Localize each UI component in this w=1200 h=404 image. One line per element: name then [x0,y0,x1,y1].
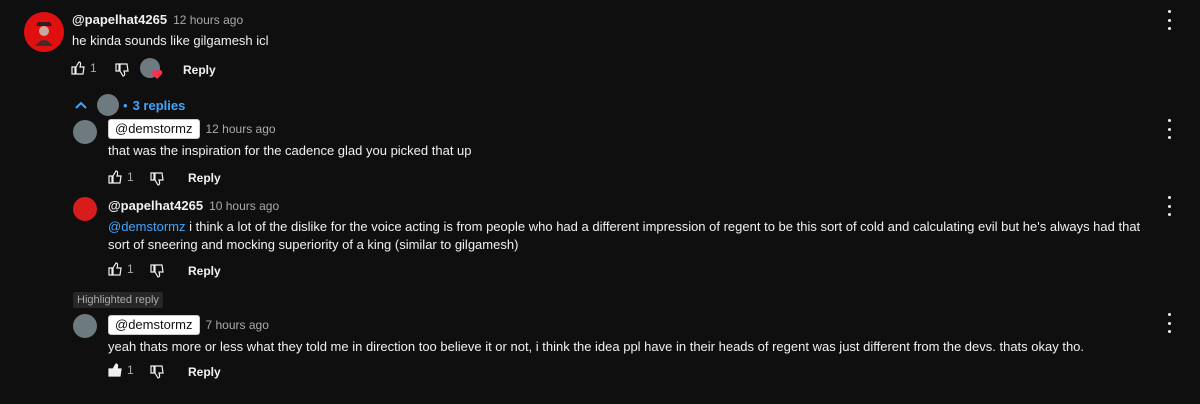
timestamp[interactable]: 12 hours ago [206,122,276,136]
timestamp[interactable]: 12 hours ago [173,13,243,27]
dislike-button[interactable] [149,171,165,190]
dislike-button[interactable] [114,62,130,81]
more-options-icon[interactable] [1161,313,1177,333]
comment-header: @demstormz 12 hours ago [108,119,276,139]
like-button[interactable]: 1 [107,169,134,185]
comment-text: that was the inspiration for the cadence… [108,143,472,158]
comment-text: @demstormz i think a lot of the dislike … [108,218,1153,254]
author-name[interactable]: @demstormz [108,315,200,335]
reply-button[interactable]: Reply [188,171,221,185]
thumbs-down-icon [150,365,164,379]
thumbs-up-icon [71,61,85,75]
comment-header: @papelhat4265 12 hours ago [72,12,243,27]
avatar[interactable] [24,12,64,52]
reply-button[interactable]: Reply [183,63,216,77]
author-name[interactable]: @papelhat4265 [108,198,203,213]
like-count: 1 [127,363,134,377]
replies-count-label: 3 replies [132,97,186,113]
avatar[interactable] [73,120,97,144]
creator-avatar [97,94,119,116]
comment-header: @papelhat4265 10 hours ago [108,198,279,213]
more-options-icon[interactable] [1161,10,1177,30]
like-count: 1 [127,170,134,184]
like-button[interactable]: 1 [70,60,97,76]
like-count: 1 [90,61,97,75]
creator-heart [140,58,164,82]
thumbs-down-icon [115,63,129,77]
more-options-icon[interactable] [1161,196,1177,216]
chevron-up-icon [75,101,87,109]
heart-icon [151,70,163,79]
comment-body: i think a lot of the dislike for the voi… [108,219,1141,252]
author-name[interactable]: @papelhat4265 [72,12,167,27]
thumbs-up-icon [108,262,122,276]
timestamp[interactable]: 7 hours ago [206,318,269,332]
dislike-button[interactable] [149,263,165,282]
like-count: 1 [127,262,134,276]
reply-button[interactable]: Reply [188,365,221,379]
comment-header: @demstormz 7 hours ago [108,315,269,335]
mention-link[interactable]: @demstormz [108,219,186,234]
thumbs-down-icon [150,264,164,278]
comment-text: he kinda sounds like gilgamesh icl [72,33,269,48]
author-name[interactable]: @demstormz [108,119,200,139]
more-options-icon[interactable] [1161,119,1177,139]
avatar[interactable] [73,197,97,221]
thumbs-up-icon [108,170,122,184]
like-button[interactable]: 1 [107,261,134,277]
like-button[interactable]: 1 [107,362,134,378]
thumbs-up-filled-icon [108,363,122,377]
reply-button[interactable]: Reply [188,264,221,278]
comment-text: yeah thats more or less what they told m… [108,339,1085,354]
dislike-button[interactable] [149,364,165,383]
thumbs-down-icon [150,172,164,186]
timestamp[interactable]: 10 hours ago [209,199,279,213]
highlighted-reply-badge: Highlighted reply [73,292,163,308]
avatar[interactable] [73,314,97,338]
replies-toggle[interactable]: • 3 replies [73,94,185,116]
separator-dot: • [123,97,128,113]
